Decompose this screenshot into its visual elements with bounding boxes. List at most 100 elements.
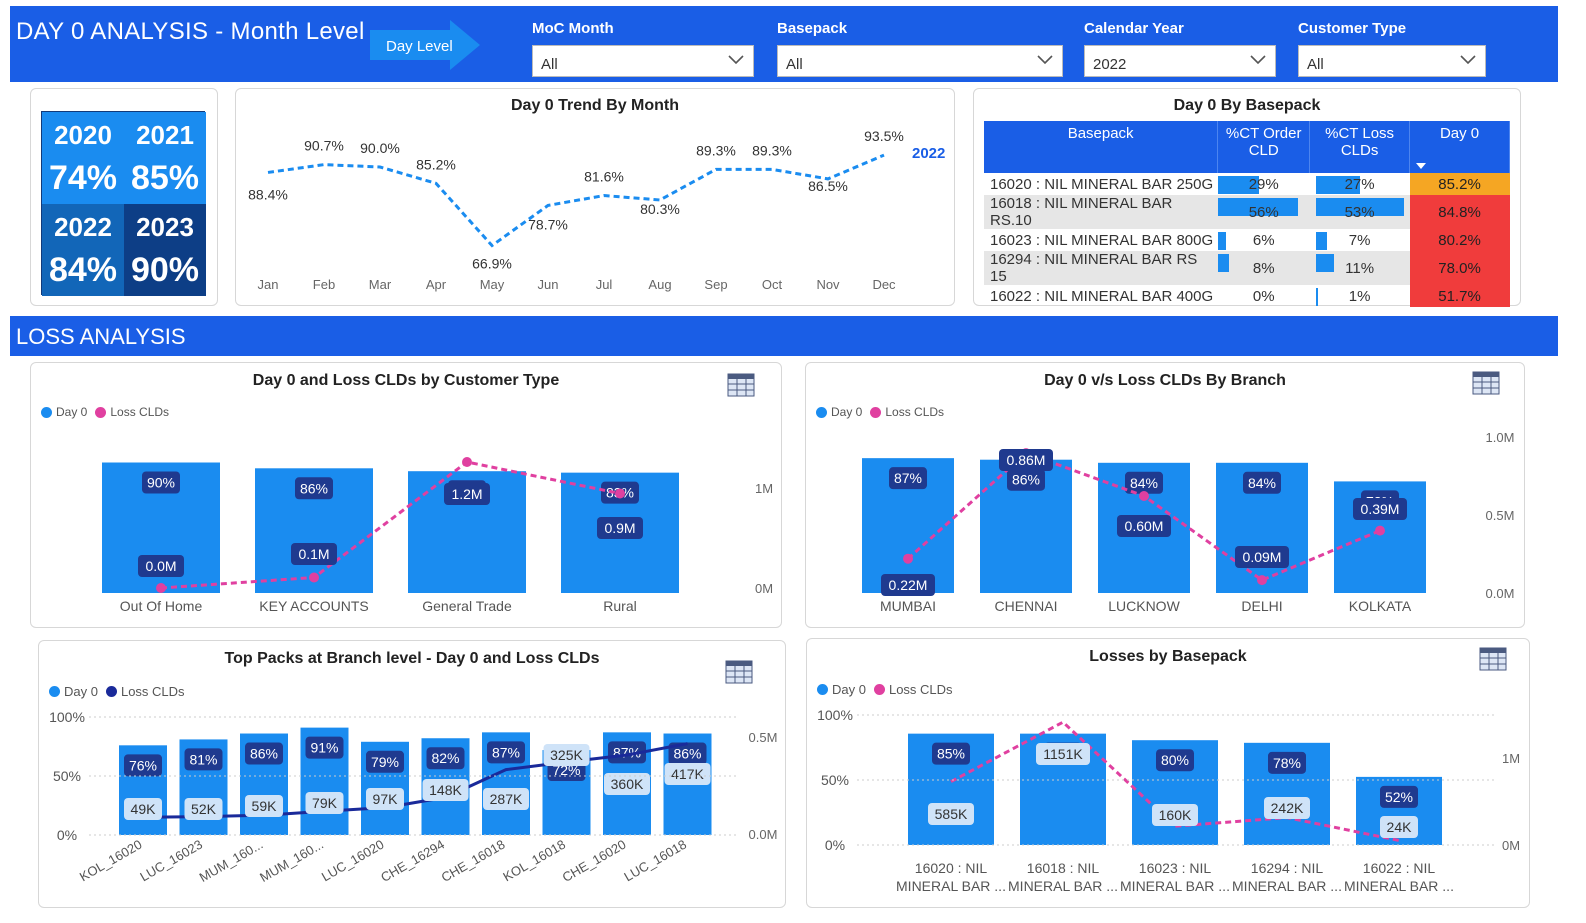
trend-chart-panel: Day 0 Trend By Month 88.4% 90.7% 90.0% 85.2… — [235, 88, 955, 306]
x-tick-label: LUC_16020 — [319, 837, 387, 885]
branch-combo-chart[interactable]: 87%86%84%84%72%0.22M0.86M0.60M0.09M0.39M… — [806, 363, 1526, 629]
series-label: 2022 — [912, 145, 945, 162]
loss-label: 49K — [131, 801, 157, 817]
order-cld-cell: 8% — [1217, 251, 1310, 285]
loss-line — [160, 460, 621, 590]
year-card-2023[interactable]: 2023 90% — [124, 204, 206, 296]
table-row[interactable]: 16294 : NIL MINERAL BAR RS 15 8% 11% 78.… — [984, 251, 1510, 285]
year-card-2022[interactable]: 2022 84% — [42, 204, 124, 296]
x-tick-label: Feb — [313, 277, 335, 292]
chevron-down-icon — [1250, 55, 1266, 65]
loss-label: 287K — [490, 791, 523, 807]
order-cld-cell: 6% — [1217, 229, 1310, 251]
x-tick-label: DELHI — [1241, 598, 1282, 614]
filter-customer-type: Customer Type All — [1298, 20, 1486, 77]
table-row[interactable]: 16023 : NIL MINERAL BAR 800G 6% 7% 80.2% — [984, 229, 1510, 251]
loss-label: 0.09M — [1243, 549, 1282, 565]
calendar-year-dropdown[interactable]: 2022 — [1084, 45, 1276, 77]
table-row[interactable]: 16022 : NIL MINERAL BAR 400G 0% 1% 51.7% — [984, 285, 1510, 307]
top-packs-combo-chart[interactable]: 76% 81% 86% 91%79% 82% 87%72%87% 86%49K 52K 59K 7… — [39, 641, 787, 909]
customer-type-dropdown[interactable]: All — [1298, 45, 1486, 77]
table-row[interactable]: 16018 : NIL MINERAL BAR RS.10 56% 53% 84… — [984, 195, 1510, 229]
basepack-cell: 16294 : NIL MINERAL BAR RS 15 — [984, 251, 1218, 285]
trend-line — [267, 153, 885, 248]
basepack-dropdown[interactable]: All — [777, 45, 1063, 77]
column-header-basepack[interactable]: Basepack — [984, 121, 1219, 173]
right-axis-tick: 0M — [755, 581, 773, 596]
loss-point — [1257, 575, 1267, 586]
table-row[interactable]: 16020 : NIL MINERAL BAR 250G 29% 27% 85.… — [984, 173, 1510, 195]
day0-label: 82% — [431, 750, 459, 766]
basepack-cell: 16022 : NIL MINERAL BAR 400G — [990, 287, 1214, 305]
left-axis-tick: 0% — [57, 827, 77, 843]
x-tick-label: KOLKATA — [1349, 598, 1412, 614]
basepack-table: Basepack %CT Order CLD %CT Loss CLDs Day… — [984, 121, 1510, 307]
year-grid: 2020 74% 2021 85% 2022 84% 2023 90% — [41, 111, 206, 296]
loss-label: 0.86M — [1007, 452, 1046, 468]
column-header-loss-clds[interactable]: %CT Loss CLDs — [1309, 121, 1411, 173]
year-card-2020[interactable]: 2020 74% — [42, 112, 124, 204]
basepack-cell: 16018 : NIL MINERAL BAR RS.10 — [984, 195, 1218, 229]
day0-cell: 84.8% — [1409, 195, 1510, 229]
loss-value: 27% — [1344, 175, 1375, 193]
loss-point — [903, 553, 913, 564]
page-title: DAY 0 ANALYSIS - Month Level — [16, 18, 365, 45]
dropdown-value: All — [786, 56, 803, 73]
loss-label: 52K — [191, 801, 217, 817]
day0-cell: 78.0% — [1409, 251, 1510, 285]
x-tick-label: Aug — [648, 277, 671, 292]
x-tick-label: Sep — [704, 277, 727, 292]
losses-combo-chart[interactable]: 85%85%80%78%52%585K1151K160K242K24K16020… — [807, 639, 1531, 909]
loss-point — [156, 583, 166, 593]
day0-label: 84% — [1130, 475, 1158, 491]
loss-point — [462, 457, 472, 467]
day0-value: 80.2% — [1438, 231, 1481, 249]
left-axis-tick: 100% — [49, 709, 85, 725]
branch-chart-panel: Day 0 v/s Loss CLDs By Branch Day 0 Loss… — [805, 362, 1525, 628]
day0-cell: 51.7% — [1409, 285, 1510, 307]
x-tick-label: Dec — [872, 277, 896, 292]
data-label: 86.5% — [808, 178, 848, 194]
left-axis-tick: 50% — [821, 772, 849, 788]
loss-clds-cell: 1% — [1310, 285, 1410, 307]
loss-value: 53% — [1344, 203, 1375, 221]
day0-label: 80% — [1161, 752, 1189, 768]
loss-value: 7% — [1348, 231, 1371, 249]
filter-label: Basepack — [777, 20, 848, 37]
x-tick-label: Jan — [258, 277, 279, 292]
year-card-2021[interactable]: 2021 85% — [124, 112, 206, 204]
loss-label: 0.1M — [298, 546, 329, 562]
loss-value: 11% — [1345, 259, 1375, 277]
year-label: 2020 — [54, 120, 112, 150]
x-tick-label: MUM_160... — [197, 837, 266, 885]
dropdown-value: 2022 — [1093, 56, 1127, 73]
customer-combo-chart[interactable]: 90%86%84%83%0.0M0.1M1.2M0.9MOut Of HomeK… — [31, 363, 783, 629]
x-tick-label: CHE_16294 — [378, 837, 447, 885]
data-label: 81.6% — [584, 169, 624, 185]
year-pct: 90% — [130, 251, 200, 289]
x-tick-label: Rural — [603, 598, 636, 614]
day0-label: 78% — [1273, 755, 1301, 771]
day0-value: 85.2% — [1438, 175, 1481, 193]
x-tick-label: Apr — [426, 277, 447, 292]
day0-label: 90% — [147, 475, 175, 491]
year-pct: 85% — [130, 159, 200, 197]
moc-month-dropdown[interactable]: All — [532, 45, 754, 77]
day0-cell: 85.2% — [1409, 173, 1510, 195]
data-label: 80.3% — [640, 201, 680, 217]
chevron-down-icon — [728, 55, 744, 65]
day-level-button[interactable]: Day Level — [370, 20, 480, 70]
trend-line-chart[interactable]: 88.4% 90.7% 90.0% 85.2% 66.9% 78.7% 81.6% 80.3%… — [236, 89, 956, 307]
basepack-cell: 16020 : NIL MINERAL BAR 250G — [990, 175, 1214, 193]
column-header-order-cld[interactable]: %CT Order CLD — [1217, 121, 1311, 173]
column-header-day0[interactable]: Day 0 — [1409, 121, 1510, 173]
order-bar — [1217, 254, 1230, 272]
year-summary-panel: 2020 74% 2021 85% 2022 84% 2023 90% — [30, 88, 218, 306]
header-bar: DAY 0 ANALYSIS - Month Level Day Level M… — [10, 6, 1558, 82]
loss-label: 160K — [1159, 807, 1192, 823]
day0-value: 84.8% — [1438, 203, 1481, 221]
day0-value: 78.0% — [1438, 259, 1481, 277]
x-tick-label: KOL_16020 — [77, 837, 145, 885]
loss-clds-cell: 27% — [1310, 173, 1410, 195]
x-tick-label: Jul — [596, 277, 613, 292]
